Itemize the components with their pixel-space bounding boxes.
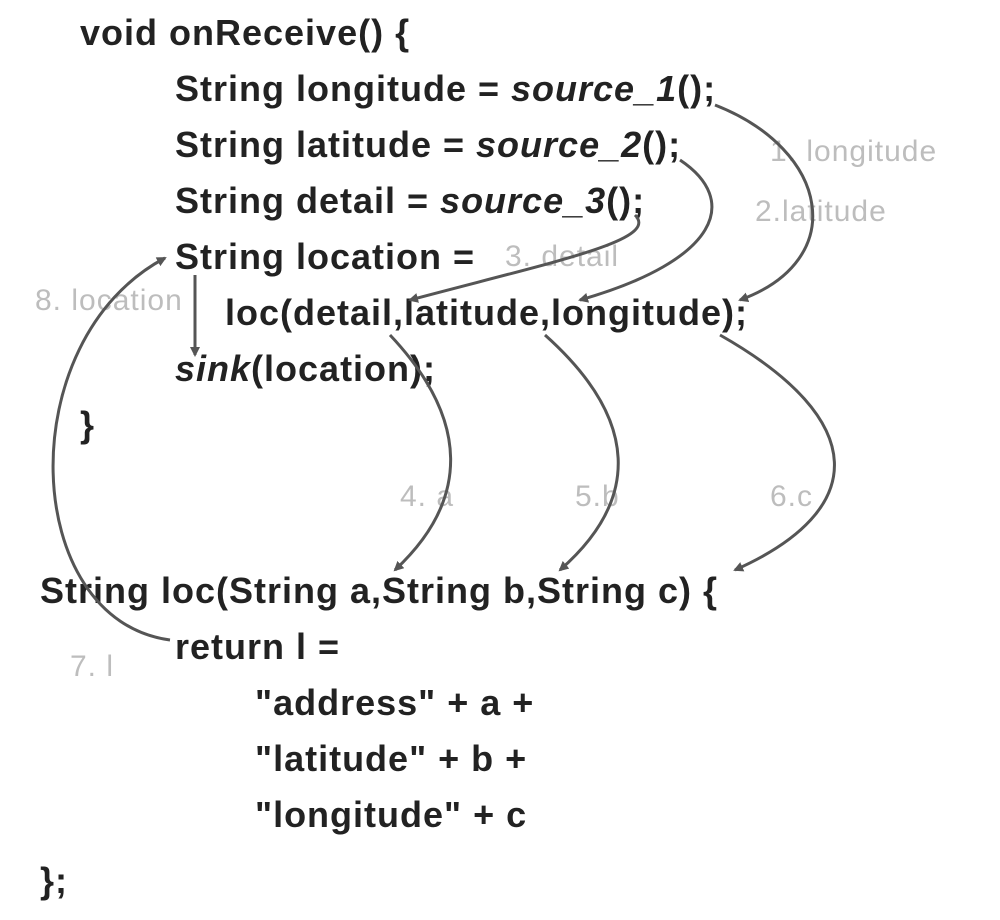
code-line-4: String detail = source_3(); (175, 180, 645, 222)
annotation-7-l: 7. l (70, 650, 114, 684)
code-line-1: void onReceive() { (80, 12, 410, 54)
annotation-1-longitude: 1. longitude (770, 135, 937, 169)
annotation-8-location: 8. location (35, 284, 183, 318)
code-line-8: } (80, 404, 95, 446)
annotation-3-detail: 3. detail (505, 240, 619, 274)
code-line-11: "address" + a + (255, 682, 534, 724)
arrow-longitude-to-c (720, 335, 834, 570)
annotation-5-b: 5.b (575, 480, 620, 514)
code-text: String latitude = (175, 124, 476, 165)
code-text: String longitude = (175, 68, 511, 109)
code-line-3: String latitude = source_2(); (175, 124, 681, 166)
code-text: (); (606, 180, 645, 221)
annotation-2-latitude: 2.latitude (755, 195, 887, 229)
code-line-9: String loc(String a,String b,String c) { (40, 570, 718, 612)
code-line-10: return l = (175, 626, 340, 668)
source-2: source_2 (476, 124, 642, 165)
code-text: (); (642, 124, 681, 165)
annotation-6-c: 6.c (770, 480, 813, 514)
source-1: source_1 (511, 68, 677, 109)
arrow-latitude-to-b (545, 335, 618, 570)
code-line-6: loc(detail,latitude,longitude); (225, 292, 748, 334)
code-line-13: "longitude" + c (255, 794, 527, 836)
code-text: (); (677, 68, 716, 109)
code-line-7: sink(location); (175, 348, 436, 390)
code-line-5: String location = (175, 236, 475, 278)
code-text: (location); (251, 348, 436, 389)
source-3: source_3 (440, 180, 606, 221)
code-line-14: }; (40, 860, 68, 902)
code-line-2: String longitude = source_1(); (175, 68, 716, 110)
code-line-12: "latitude" + b + (255, 738, 527, 780)
code-text: String detail = (175, 180, 440, 221)
annotation-4-a: 4. a (400, 480, 454, 514)
sink-call: sink (175, 348, 251, 389)
